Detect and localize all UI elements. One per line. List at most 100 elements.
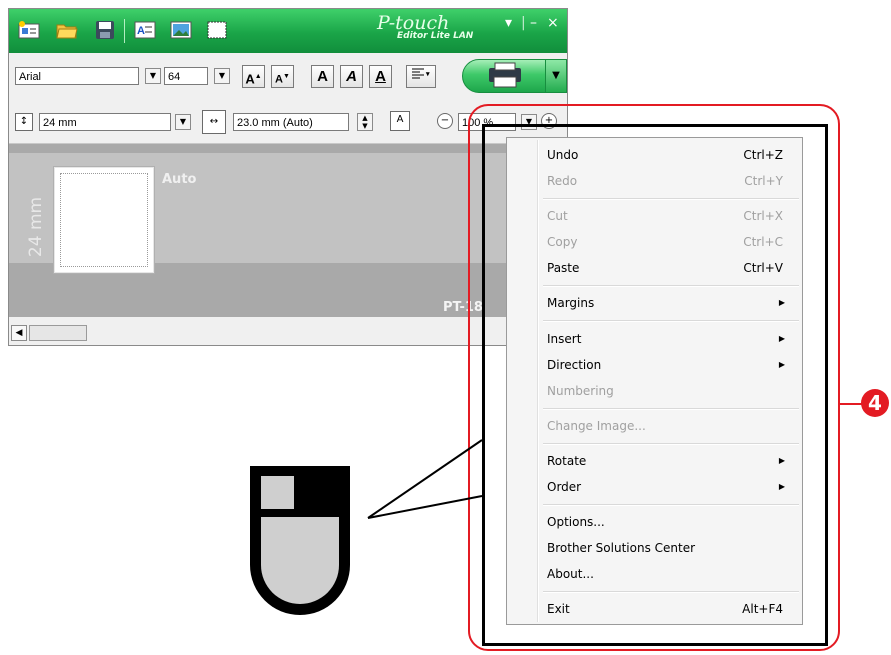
open-folder-icon[interactable] xyxy=(55,19,79,41)
menu-item-undo[interactable]: Undo Ctrl+Z xyxy=(547,145,793,165)
shrink-font-label: A xyxy=(275,73,283,86)
menu-label: About... xyxy=(547,567,594,581)
scroll-thumb[interactable] xyxy=(29,325,87,341)
menu-shortcut: Ctrl+Y xyxy=(744,174,783,188)
menu-label: Margins xyxy=(547,296,595,310)
menu-item-direction[interactable]: Direction ▶ xyxy=(547,355,793,375)
underline-button[interactable]: A xyxy=(369,65,392,88)
toolbar-separator xyxy=(124,19,125,43)
menu-separator xyxy=(543,591,799,593)
menu-label: Copy xyxy=(547,235,578,249)
length-spinner-icon[interactable]: ▲ ▼ xyxy=(357,113,373,131)
menu-separator xyxy=(543,198,799,200)
menu-item-about[interactable]: About... xyxy=(547,564,793,584)
menu-item-brother-solutions-center[interactable]: Brother Solutions Center xyxy=(547,538,793,558)
menu-item-insert[interactable]: Insert ▶ xyxy=(547,329,793,349)
menu-label: Options... xyxy=(547,515,605,529)
tape-width-text: 24 mm xyxy=(21,193,51,263)
insert-image-icon[interactable] xyxy=(169,19,193,41)
tape-width-value: 24 mm xyxy=(26,196,46,258)
label-preview[interactable] xyxy=(54,167,154,273)
tape-width-combo[interactable]: 24 mm xyxy=(39,113,171,131)
menu-item-options[interactable]: Options... xyxy=(547,512,793,532)
menu-label: Order xyxy=(547,480,582,494)
app-brand: P-touch Editor Lite LAN xyxy=(377,12,473,41)
label-print-area xyxy=(60,173,148,267)
font-size-combo[interactable]: 64 xyxy=(164,67,208,85)
label-length-icon: ↔ xyxy=(202,110,226,134)
tape-width-icon: ↕ xyxy=(15,113,33,131)
menu-separator xyxy=(543,408,799,410)
svg-text:A: A xyxy=(137,25,145,37)
shrink-font-button[interactable]: A▼ xyxy=(271,65,294,88)
menu-item-exit[interactable]: Exit Alt+F4 xyxy=(547,599,793,619)
submenu-arrow-icon: ▶ xyxy=(778,482,785,491)
menu-item-margins[interactable]: Margins ▶ xyxy=(547,293,793,313)
bold-button[interactable]: A xyxy=(311,65,334,88)
scroll-left-icon[interactable]: ◀ xyxy=(11,325,27,341)
menu-separator xyxy=(543,443,799,445)
italic-label: A xyxy=(346,68,357,85)
menu-item-cut: Cut Ctrl+X xyxy=(547,206,793,226)
minimize-icon[interactable]: – xyxy=(530,15,537,31)
font-size-dropdown-icon[interactable]: ▼ xyxy=(214,68,230,84)
italic-button[interactable]: A xyxy=(340,65,363,88)
menu-label: Rotate xyxy=(547,454,587,468)
align-button[interactable]: ▾ xyxy=(406,65,436,88)
menu-label: Brother Solutions Center xyxy=(547,541,696,555)
grow-font-button[interactable]: A▲ xyxy=(242,65,265,88)
menu-shortcut: Alt+F4 xyxy=(742,602,783,616)
insert-text-icon[interactable]: A xyxy=(133,19,157,41)
auto-length-icon[interactable]: A xyxy=(390,111,410,131)
tape-width-dropdown-icon[interactable]: ▼ xyxy=(175,114,191,130)
menu-label: Exit xyxy=(547,602,570,616)
print-options-dropdown-icon[interactable]: ▼ xyxy=(545,59,567,93)
label-length-input[interactable]: 23.0 mm (Auto) xyxy=(233,113,349,131)
brand-sub: Editor Lite LAN xyxy=(397,31,474,41)
menu-shortcut: Ctrl+Z xyxy=(743,148,783,162)
submenu-arrow-icon: ▶ xyxy=(778,456,785,465)
context-menu: Undo Ctrl+Z Redo Ctrl+Y Cut Ctrl+X Copy Ctrl… xyxy=(506,137,803,625)
printer-icon xyxy=(489,62,521,88)
font-name-combo[interactable]: Arial xyxy=(15,67,139,85)
new-label-icon[interactable] xyxy=(17,19,41,41)
menu-separator xyxy=(543,320,799,322)
menu-label: Change Image... xyxy=(547,419,646,433)
bold-label: A xyxy=(317,68,328,85)
menu-item-redo: Redo Ctrl+Y xyxy=(547,171,793,191)
callout-number-badge: 4 xyxy=(861,389,889,417)
menu-shortcut: Ctrl+X xyxy=(743,209,783,223)
align-left-icon: ▾ xyxy=(412,68,430,79)
menu-item-numbering: Numbering xyxy=(547,381,793,401)
zoom-out-icon[interactable]: − xyxy=(437,113,453,129)
svg-text:▾: ▾ xyxy=(425,71,430,78)
menu-label: Numbering xyxy=(547,384,614,398)
menu-item-order[interactable]: Order ▶ xyxy=(547,477,793,497)
menu-item-paste[interactable]: Paste Ctrl+V xyxy=(547,258,793,278)
callout-connector xyxy=(840,403,862,405)
title-bar: A P-touch Editor Lite LAN ▾ | – × xyxy=(9,9,567,53)
menu-item-rotate[interactable]: Rotate ▶ xyxy=(547,451,793,471)
menu-label: Paste xyxy=(547,261,580,275)
menu-label: Cut xyxy=(547,209,568,223)
underline-label: A xyxy=(375,68,386,85)
menu-item-copy: Copy Ctrl+C xyxy=(547,232,793,252)
title-separator: | xyxy=(521,15,526,31)
close-icon[interactable]: × xyxy=(547,15,559,31)
menu-label: Insert xyxy=(547,332,582,346)
menu-arrow-icon[interactable]: ▾ xyxy=(505,15,512,31)
font-name-dropdown-icon[interactable]: ▼ xyxy=(145,68,161,84)
menu-label: Undo xyxy=(547,148,579,162)
insert-frame-icon[interactable] xyxy=(205,19,229,41)
menu-item-change-image: Change Image... xyxy=(547,416,793,436)
menu-shortcut: Ctrl+V xyxy=(743,261,783,275)
print-button[interactable] xyxy=(462,59,547,93)
submenu-arrow-icon: ▶ xyxy=(778,334,785,343)
menu-label: Redo xyxy=(547,174,578,188)
menu-separator xyxy=(543,285,799,287)
menu-shortcut: Ctrl+C xyxy=(743,235,783,249)
auto-length-text: Auto xyxy=(162,172,197,187)
submenu-arrow-icon: ▶ xyxy=(778,298,785,307)
save-icon[interactable] xyxy=(93,19,117,41)
menu-icon-gutter xyxy=(537,140,539,622)
